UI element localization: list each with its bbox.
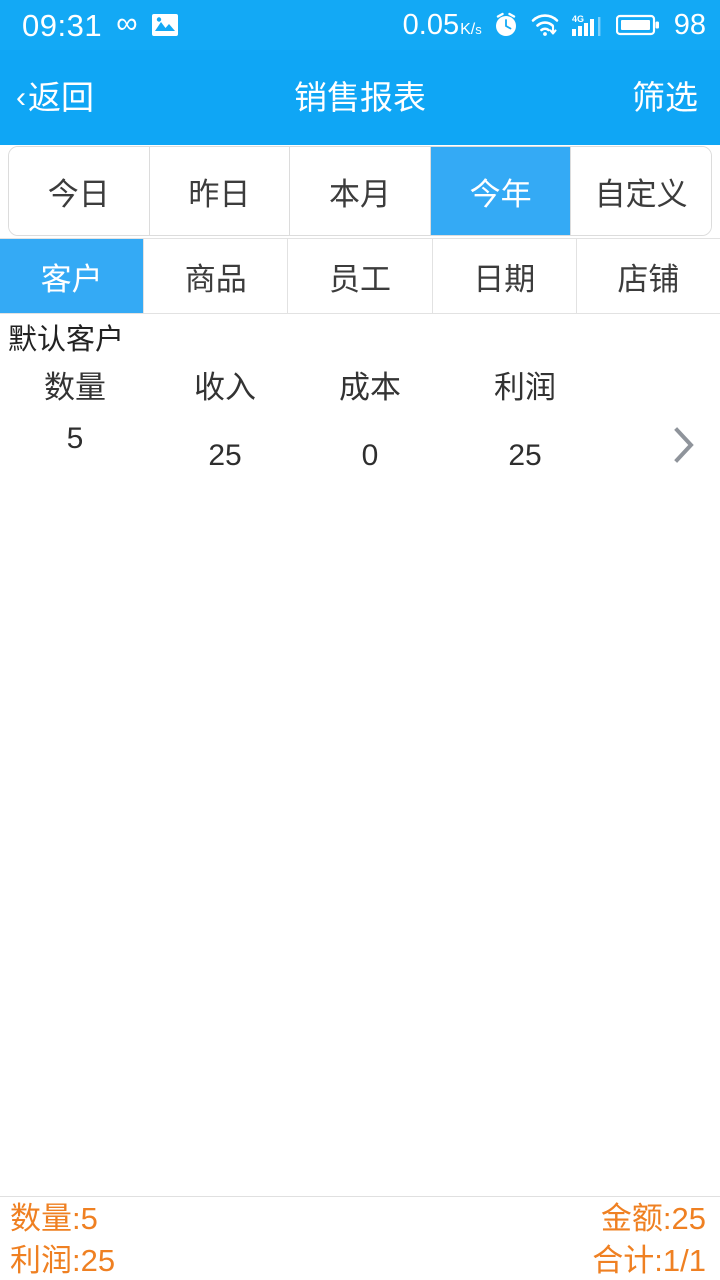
range-tab-this-month[interactable]: 本月 [290,147,431,235]
date-range-tabs: 今日 昨日 本月 今年 自定义 [8,146,712,236]
status-bar: 09:31 ∞ 0.05 K/s 4G 98 [0,0,720,50]
network-speed-value: 0.05 [402,8,460,41]
category-tabs: 客户 商品 员工 日期 店铺 [0,238,720,314]
category-tab-employee[interactable]: 员工 [288,239,433,313]
back-chevron-icon: ‹ [16,80,26,114]
page-title: 销售报表 [294,79,426,116]
status-clock: 09:31 [22,7,103,43]
summary-footer: 数量:5 金额:25 利润:25 合计:1/1 [0,1196,720,1280]
range-tab-yesterday[interactable]: 昨日 [149,147,291,235]
svg-text:4G: 4G [572,14,584,24]
summary-footer-row-1: 数量:5 金额:25 [10,1197,706,1239]
cell-quantity: 5 [66,422,84,455]
summary-quantity: 数量:5 [10,1200,98,1236]
column-header-cost: 成本 [339,370,401,405]
category-tab-store[interactable]: 店铺 [576,239,720,313]
filter-button[interactable]: 筛选 [632,81,720,114]
column-header-quantity: 数量 [44,370,106,405]
status-bar-left: 09:31 ∞ [22,7,179,43]
row-title: 默认客户 [8,324,125,356]
gallery-icon [151,13,179,37]
row-column-headers: 数量 收入 成本 利润 [0,372,610,403]
summary-total-pages: 合计:1/1 [592,1242,706,1278]
network-speed-unit: K/s [460,20,482,38]
chevron-right-icon[interactable] [662,423,706,467]
table-row[interactable]: 默认客户 数量 收入 成本 利润 5 25 0 25 [0,315,720,480]
range-tab-this-year[interactable]: 今年 [430,147,572,235]
column-header-income: 收入 [194,370,256,405]
battery-level: 98 [673,8,706,41]
cell-profit: 25 [508,439,542,472]
cell-income: 25 [208,439,242,472]
back-button-label: 返回 [28,79,94,116]
row-values: 5 25 0 25 [0,424,610,472]
alarm-clock-icon [493,12,519,38]
back-button[interactable]: ‹ 返回 [0,81,94,114]
report-list: 默认客户 数量 收入 成本 利润 5 25 0 25 [0,315,720,1196]
category-tab-customer[interactable]: 客户 [0,239,145,313]
network-speed: 0.05 K/s [402,8,482,41]
summary-profit: 利润:25 [10,1242,116,1278]
column-header-profit: 利润 [494,370,556,405]
status-bar-right: 0.05 K/s 4G 98 [402,8,706,41]
battery-icon [615,13,660,37]
range-tab-custom[interactable]: 自定义 [571,147,711,235]
summary-amount: 金额:25 [600,1200,706,1236]
wifi-icon [530,12,560,38]
sales-report-screen: 09:31 ∞ 0.05 K/s 4G 98 ‹ 返回 销售报表 筛选 今日 昨… [0,0,720,1280]
cell-cost: 0 [361,439,379,472]
category-tab-product[interactable]: 商品 [144,239,289,313]
nav-bar: ‹ 返回 销售报表 筛选 [0,50,720,145]
infinity-icon: ∞ [116,7,138,40]
summary-footer-row-2: 利润:25 合计:1/1 [10,1239,706,1280]
category-tab-date[interactable]: 日期 [432,239,577,313]
range-tab-today[interactable]: 今日 [9,147,150,235]
signal-4g-icon: 4G [571,12,605,38]
